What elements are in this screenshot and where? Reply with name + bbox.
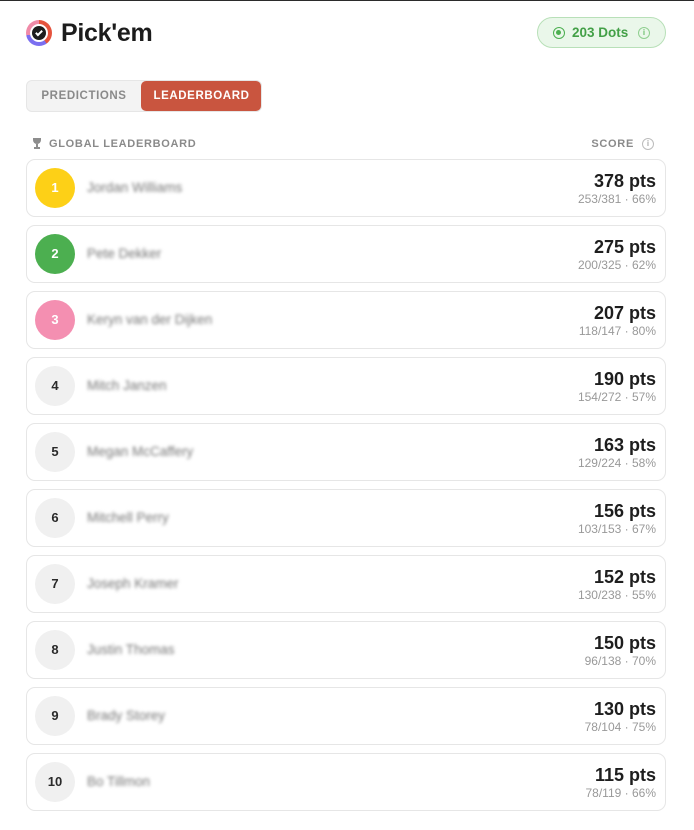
info-icon[interactable]: i xyxy=(642,138,654,150)
rank-badge: 2 xyxy=(35,234,75,274)
dots-balance-badge[interactable]: 203 Dots i xyxy=(537,17,666,48)
pickem-logo-icon xyxy=(26,20,52,46)
player-name: Mitch Janzen xyxy=(87,378,167,393)
rank-badge: 10 xyxy=(35,762,75,802)
tab-leaderboard[interactable]: LEADERBOARD xyxy=(141,81,261,111)
player-name: Brady Storey xyxy=(87,708,166,723)
player-name: Pete Dekker xyxy=(87,246,162,261)
player-points: 150 pts xyxy=(593,633,656,653)
leaderboard-title: GLOBAL LEADERBOARD xyxy=(49,138,197,150)
player-name: Bo Tillmon xyxy=(87,774,151,789)
leaderboard-row[interactable]: 7 Joseph Kramer 152 pts 130/238 · 55% xyxy=(26,555,666,613)
view-tabs: PREDICTIONS LEADERBOARD xyxy=(26,80,262,112)
player-record: 130/238 · 55% xyxy=(577,588,656,602)
leaderboard-row[interactable]: 3 Keryn van der Dijken 207 pts 118/147 ·… xyxy=(26,291,666,349)
tab-predictions[interactable]: PREDICTIONS xyxy=(27,81,141,111)
radio-dot-icon xyxy=(553,27,565,39)
leaderboard-row[interactable]: 4 Mitch Janzen 190 pts 154/272 · 57% xyxy=(26,357,666,415)
dots-balance-label: 203 Dots xyxy=(572,25,629,40)
player-points: 115 pts xyxy=(594,765,656,785)
player-points: 378 pts xyxy=(593,171,656,191)
player-record: 78/104 · 75% xyxy=(584,720,656,734)
player-name: Keryn van der Dijken xyxy=(87,312,213,327)
player-record: 154/272 · 57% xyxy=(577,390,656,404)
player-points: 156 pts xyxy=(593,501,656,521)
player-name: Megan McCaffery xyxy=(87,444,194,459)
leaderboard-row[interactable]: 1 Jordan Williams 378 pts 253/381 · 66% xyxy=(26,159,666,217)
rank-badge: 6 xyxy=(35,498,75,538)
rank-badge: 1 xyxy=(35,168,75,208)
player-record: 78/119 · 66% xyxy=(585,786,657,800)
rank-badge: 5 xyxy=(35,432,75,472)
player-record: 118/147 · 80% xyxy=(578,324,656,338)
rank-badge: 3 xyxy=(35,300,75,340)
top-border xyxy=(0,0,694,1)
leaderboard-row[interactable]: 8 Justin Thomas 150 pts 96/138 · 70% xyxy=(26,621,666,679)
player-name: Jordan Williams xyxy=(87,180,183,195)
player-points: 207 pts xyxy=(593,303,656,323)
rank-badge: 4 xyxy=(35,366,75,406)
leaderboard-row[interactable]: 9 Brady Storey 130 pts 78/104 · 75% xyxy=(26,687,666,745)
player-name: Justin Thomas xyxy=(87,642,175,657)
app-header: Pick'em 203 Dots i xyxy=(26,16,666,50)
player-name: Joseph Kramer xyxy=(87,576,179,591)
player-name: Mitchell Perry xyxy=(87,510,169,525)
leaderboard-row[interactable]: 6 Mitchell Perry 156 pts 103/153 · 67% xyxy=(26,489,666,547)
info-icon[interactable]: i xyxy=(638,27,650,39)
leaderboard-row[interactable]: 5 Megan McCaffery 163 pts 129/224 · 58% xyxy=(26,423,666,481)
trophy-icon xyxy=(32,138,42,149)
player-record: 96/138 · 70% xyxy=(584,654,656,668)
leaderboard-header: GLOBAL LEADERBOARD SCORE i xyxy=(32,137,656,151)
rank-badge: 9 xyxy=(35,696,75,736)
leaderboard-row[interactable]: 2 Pete Dekker 275 pts 200/325 · 62% xyxy=(26,225,666,283)
player-points: 152 pts xyxy=(593,567,656,587)
player-record: 200/325 · 62% xyxy=(577,258,656,272)
player-points: 190 pts xyxy=(593,369,656,389)
rank-badge: 8 xyxy=(35,630,75,670)
app-title: Pick'em xyxy=(61,19,153,47)
leaderboard-row[interactable]: 10 Bo Tillmon 115 pts 78/119 · 66% xyxy=(26,753,666,811)
player-points: 130 pts xyxy=(593,699,656,719)
rank-badge: 7 xyxy=(35,564,75,604)
player-record: 103/153 · 67% xyxy=(577,522,656,536)
leaderboard-list: 1 Jordan Williams 378 pts 253/381 · 66% … xyxy=(26,159,666,819)
player-points: 163 pts xyxy=(593,435,656,455)
player-points: 275 pts xyxy=(593,237,656,257)
score-column-header: SCORE xyxy=(591,138,634,150)
player-record: 253/381 · 66% xyxy=(577,192,656,206)
player-record: 129/224 · 58% xyxy=(577,456,656,470)
